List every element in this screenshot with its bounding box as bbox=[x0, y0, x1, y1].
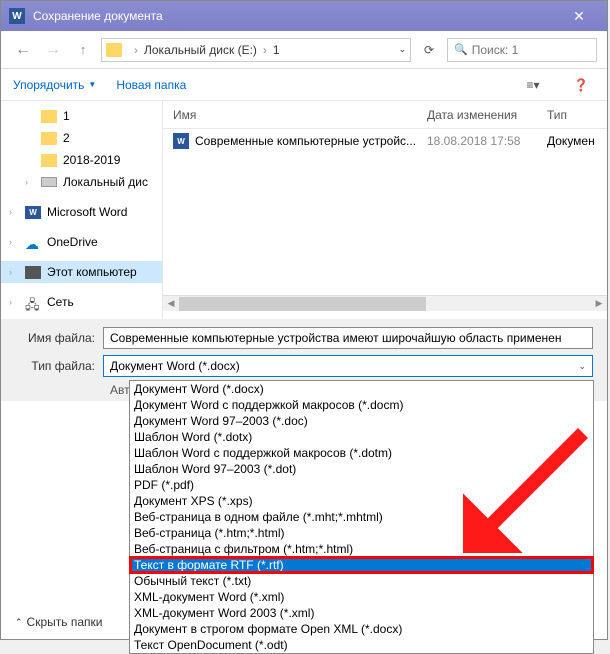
titlebar: W Сохранение документа ✕ bbox=[1, 1, 607, 31]
filetype-row: Тип файла: Документ Word (*.docx) ⌄ bbox=[15, 355, 593, 377]
dropdown-option[interactable]: Документ в строгом формате Open XML (*.d… bbox=[130, 621, 593, 637]
pc-icon bbox=[25, 266, 41, 279]
scroll-thumb[interactable] bbox=[179, 297, 426, 311]
scroll-track[interactable] bbox=[179, 297, 591, 311]
chevron-icon: › bbox=[9, 267, 12, 277]
chevron-icon: › bbox=[134, 43, 138, 57]
dropdown-option[interactable]: Текст в формате RTF (*.rtf) bbox=[130, 557, 593, 573]
dropdown-option[interactable]: PDF (*.pdf) bbox=[130, 477, 593, 493]
filetype-dropdown: Документ Word (*.docx)Документ Word с по… bbox=[129, 380, 594, 654]
dropdown-option[interactable]: Документ Word с поддержкой макросов (*.d… bbox=[130, 397, 593, 413]
drive-icon bbox=[41, 177, 57, 187]
sidebar-item-this-pc[interactable]: › Этот компьютер bbox=[1, 261, 162, 283]
sidebar-item-onedrive[interactable]: › ☁ OneDrive bbox=[1, 231, 162, 253]
list-header: Имя Дата изменения Тип bbox=[163, 101, 607, 129]
word-icon: W bbox=[9, 8, 25, 24]
new-folder-button[interactable]: Новая папка bbox=[116, 78, 186, 92]
chevron-icon: › bbox=[9, 237, 12, 247]
word-icon: W bbox=[25, 206, 41, 219]
sidebar-item-folder-1[interactable]: 1 bbox=[1, 105, 162, 127]
breadcrumb[interactable]: › Локальный диск (E:) › 1 ⌄ bbox=[101, 38, 411, 62]
dropdown-option[interactable]: Веб-страница в одном файле (*.mht;*.mhtm… bbox=[130, 509, 593, 525]
dropdown-option[interactable]: Документ Word (*.docx) bbox=[130, 381, 593, 397]
forward-button[interactable]: → bbox=[41, 38, 65, 62]
toolbar: Упорядочить ▼ Новая папка ≡▾ ❓ bbox=[1, 69, 607, 101]
col-name[interactable]: Имя bbox=[173, 108, 427, 122]
dropdown-option[interactable]: Веб-страница (*.htm;*.html) bbox=[130, 525, 593, 541]
up-button[interactable]: ↑ bbox=[71, 38, 95, 62]
cloud-icon: ☁ bbox=[25, 236, 41, 249]
folder-icon bbox=[41, 154, 57, 167]
dropdown-option[interactable]: XML-документ Word (*.xml) bbox=[130, 589, 593, 605]
chevron-icon: › bbox=[263, 43, 267, 57]
sidebar: 1 2 2018-2019 › Локальный дис › W Micros… bbox=[1, 101, 163, 319]
horizontal-scrollbar[interactable]: ◀ ▶ bbox=[163, 295, 607, 311]
chevron-icon: › bbox=[25, 177, 28, 187]
network-icon: 🖧 bbox=[25, 296, 41, 309]
close-button[interactable]: ✕ bbox=[559, 2, 599, 30]
hide-folders-button[interactable]: ⌃ Скрыть папки bbox=[15, 615, 102, 629]
dropdown-option[interactable]: Веб-страница с фильтром (*.htm;*.html) bbox=[130, 541, 593, 557]
chevron-down-icon: ⌄ bbox=[578, 361, 586, 372]
filetype-combo[interactable]: Документ Word (*.docx) ⌄ bbox=[103, 355, 593, 377]
filename-row: Имя файла: bbox=[15, 327, 593, 349]
col-date[interactable]: Дата изменения bbox=[427, 108, 547, 122]
dropdown-option[interactable]: Шаблон Word с поддержкой макросов (*.dot… bbox=[130, 445, 593, 461]
chevron-icon: › bbox=[9, 207, 12, 217]
view-button[interactable]: ≡▾ bbox=[519, 74, 547, 96]
dropdown-option[interactable]: Шаблон Word (*.dotx) bbox=[130, 429, 593, 445]
sidebar-item-drive[interactable]: › Локальный дис bbox=[1, 171, 162, 193]
chevron-icon: ⌃ bbox=[15, 617, 23, 628]
navbar: ← → ↑ › Локальный диск (E:) › 1 ⌄ ⟳ 🔍 bbox=[1, 31, 607, 69]
col-type[interactable]: Тип bbox=[547, 108, 607, 122]
breadcrumb-folder[interactable]: 1 bbox=[273, 43, 280, 57]
sidebar-item-network[interactable]: › 🖧 Сеть bbox=[1, 291, 162, 313]
search-input[interactable] bbox=[472, 43, 590, 57]
refresh-button[interactable]: ⟳ bbox=[417, 38, 441, 62]
organize-button[interactable]: Упорядочить ▼ bbox=[13, 78, 96, 92]
chevron-down-icon[interactable]: ⌄ bbox=[398, 44, 406, 55]
save-dialog: W Сохранение документа ✕ ← → ↑ › Локальн… bbox=[0, 0, 608, 640]
sidebar-item-word[interactable]: › W Microsoft Word bbox=[1, 201, 162, 223]
list-item[interactable]: W Современные компьютерные устройс... 18… bbox=[163, 129, 607, 153]
dropdown-option[interactable]: Текст OpenDocument (*.odt) bbox=[130, 637, 593, 653]
main-panel: 1 2 2018-2019 › Локальный дис › W Micros… bbox=[1, 101, 607, 319]
folder-icon bbox=[41, 132, 57, 145]
search-box[interactable]: 🔍 bbox=[447, 38, 597, 62]
help-button[interactable]: ❓ bbox=[567, 74, 595, 96]
chevron-icon: › bbox=[9, 297, 12, 307]
scroll-right-icon[interactable]: ▶ bbox=[591, 297, 607, 311]
folder-icon bbox=[41, 110, 57, 123]
dialog-title: Сохранение документа bbox=[33, 9, 559, 23]
filename-label: Имя файла: bbox=[15, 331, 95, 345]
sidebar-item-folder-2018[interactable]: 2018-2019 bbox=[1, 149, 162, 171]
filetype-label: Тип файла: bbox=[15, 359, 95, 373]
dropdown-option[interactable]: Документ XPS (*.xps) bbox=[130, 493, 593, 509]
word-doc-icon: W bbox=[173, 133, 189, 149]
sidebar-item-folder-2[interactable]: 2 bbox=[1, 127, 162, 149]
dropdown-option[interactable]: Шаблон Word 97–2003 (*.dot) bbox=[130, 461, 593, 477]
back-button[interactable]: ← bbox=[11, 38, 35, 62]
dropdown-option[interactable]: Документ Word 97–2003 (*.doc) bbox=[130, 413, 593, 429]
folder-icon bbox=[106, 43, 122, 57]
breadcrumb-drive[interactable]: Локальный диск (E:) bbox=[144, 43, 257, 57]
dropdown-option[interactable]: Обычный текст (*.txt) bbox=[130, 573, 593, 589]
search-icon: 🔍 bbox=[454, 43, 468, 56]
file-list: Имя Дата изменения Тип W Современные ком… bbox=[163, 101, 607, 319]
dropdown-option[interactable]: XML-документ Word 2003 (*.xml) bbox=[130, 605, 593, 621]
scroll-left-icon[interactable]: ◀ bbox=[163, 297, 179, 311]
filename-input[interactable] bbox=[103, 327, 593, 349]
